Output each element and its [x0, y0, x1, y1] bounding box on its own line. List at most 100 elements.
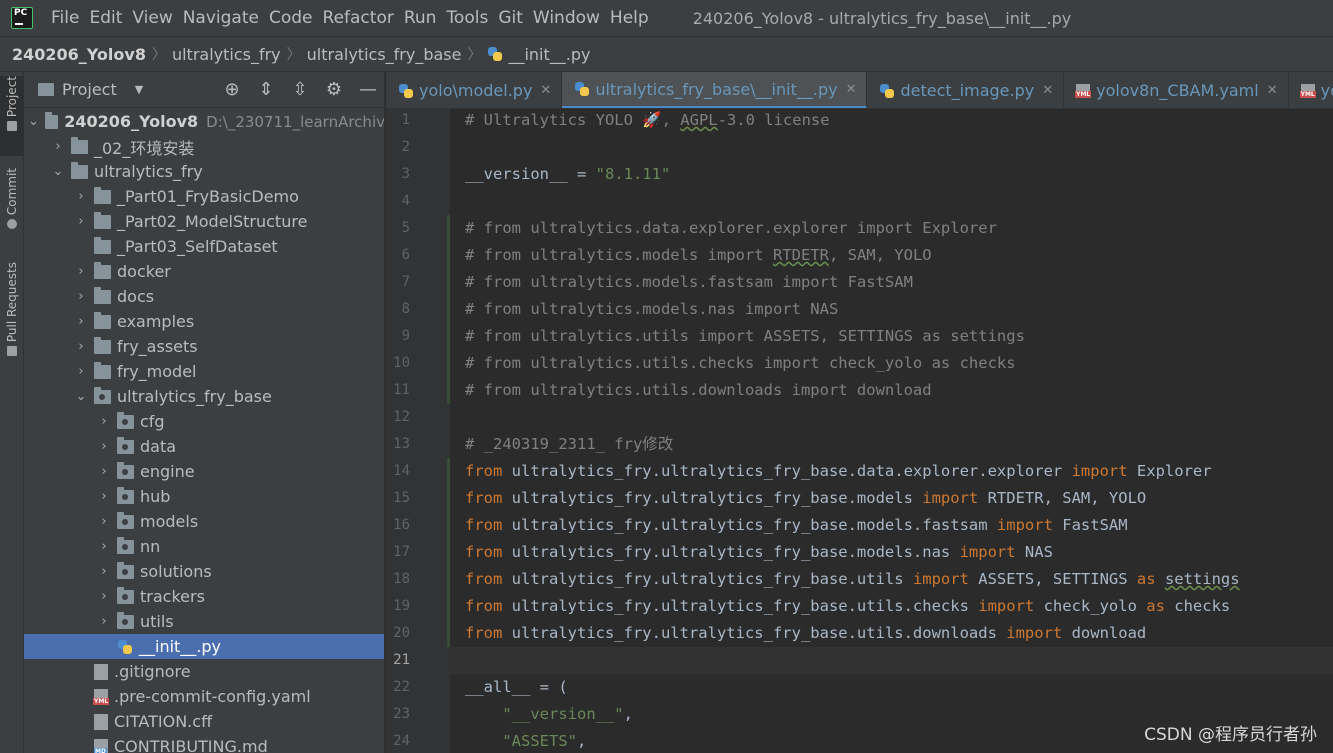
chevron-right-icon[interactable]: ›: [74, 214, 88, 229]
tree-item[interactable]: CONTRIBUTING.md: [24, 734, 384, 753]
chevron-down-icon[interactable]: ▼: [135, 83, 143, 96]
close-icon[interactable]: ✕: [540, 83, 551, 98]
project-panel-title[interactable]: Project: [62, 80, 117, 99]
code-line[interactable]: # from ultralytics.models.nas import NAS: [450, 296, 1333, 323]
chevron-right-icon[interactable]: ›: [74, 364, 88, 379]
code-line[interactable]: # from ultralytics.utils.downloads impor…: [450, 377, 1333, 404]
code-line[interactable]: from ultralytics_fry.ultralytics_fry_bas…: [450, 512, 1333, 539]
chevron-right-icon[interactable]: ›: [97, 439, 111, 454]
code-line[interactable]: # from ultralytics.models import RTDETR,…: [450, 242, 1333, 269]
code-line[interactable]: [450, 647, 1333, 674]
menu-view[interactable]: View: [132, 8, 172, 28]
chevron-right-icon[interactable]: ›: [74, 339, 88, 354]
locate-file-icon[interactable]: ⊕: [222, 80, 242, 100]
tree-item[interactable]: › fry_model: [24, 359, 384, 384]
chevron-right-icon[interactable]: ›: [74, 264, 88, 279]
tree-item[interactable]: › _Part02_ModelStructure: [24, 209, 384, 234]
collapse-all-icon[interactable]: ⇳: [290, 80, 310, 100]
tree-item[interactable]: › solutions: [24, 559, 384, 584]
chevron-right-icon[interactable]: ›: [97, 514, 111, 529]
chevron-down-icon[interactable]: ⌄: [74, 389, 88, 404]
editor-tab[interactable]: yolo\model.py ✕: [386, 72, 563, 108]
tree-item[interactable]: › docker: [24, 259, 384, 284]
chevron-down-icon[interactable]: ⌄: [51, 164, 65, 179]
code-line[interactable]: [450, 134, 1333, 161]
menu-run[interactable]: Run: [404, 8, 437, 28]
code-line[interactable]: [450, 188, 1333, 215]
editor-tab[interactable]: yolov8n_CBAM.yaml ✕: [1064, 72, 1289, 108]
chevron-right-icon[interactable]: ›: [97, 489, 111, 504]
menu-navigate[interactable]: Navigate: [183, 8, 259, 28]
tree-item[interactable]: ⌄ ultralytics_fry: [24, 159, 384, 184]
menu-refactor[interactable]: Refactor: [323, 8, 394, 28]
code-line[interactable]: from ultralytics_fry.ultralytics_fry_bas…: [450, 458, 1333, 485]
editor-tab[interactable]: detect_image.py ✕: [867, 72, 1065, 108]
tool-tab-project[interactable]: Project: [0, 76, 24, 156]
code-line[interactable]: # _240319_2311_ fry修改: [450, 431, 1333, 458]
chevron-right-icon[interactable]: ›: [97, 464, 111, 479]
tool-tab-commit[interactable]: Commit: [0, 168, 24, 242]
tree-item[interactable]: __init__.py: [24, 634, 384, 659]
menu-tools[interactable]: Tools: [446, 8, 488, 28]
tree-item[interactable]: › data: [24, 434, 384, 459]
menu-help[interactable]: Help: [610, 8, 649, 28]
editor-tab[interactable]: ultralytics_fry_base\__init__.py ✕: [562, 72, 868, 108]
chevron-down-icon[interactable]: ⌄: [28, 114, 39, 129]
code-editor[interactable]: # Ultralytics YOLO 🚀, AGPL-3.0 license __…: [450, 109, 1333, 753]
code-line[interactable]: # from ultralytics.models.fastsam import…: [450, 269, 1333, 296]
chevron-right-icon[interactable]: ›: [97, 564, 111, 579]
menu-git[interactable]: Git: [498, 8, 523, 28]
code-line[interactable]: __all__ = (: [450, 674, 1333, 701]
chevron-right-icon[interactable]: ›: [97, 414, 111, 429]
tree-item[interactable]: › nn: [24, 534, 384, 559]
chevron-right-icon[interactable]: ›: [51, 139, 65, 154]
tree-item[interactable]: › trackers: [24, 584, 384, 609]
close-icon[interactable]: ✕: [846, 82, 857, 97]
code-line[interactable]: from ultralytics_fry.ultralytics_fry_bas…: [450, 566, 1333, 593]
chevron-right-icon[interactable]: ›: [74, 189, 88, 204]
tree-item[interactable]: › _02_环境安装: [24, 134, 384, 159]
gear-icon[interactable]: ⚙: [324, 80, 344, 100]
menu-code[interactable]: Code: [269, 8, 313, 28]
breadcrumb-item-project[interactable]: 240206_Yolov8: [12, 45, 146, 64]
tree-item[interactable]: › models: [24, 509, 384, 534]
tree-item[interactable]: CITATION.cff: [24, 709, 384, 734]
tree-item[interactable]: › fry_assets: [24, 334, 384, 359]
chevron-right-icon[interactable]: ›: [97, 589, 111, 604]
breadcrumb-item-ultralytics-fry[interactable]: ultralytics_fry: [172, 45, 281, 64]
chevron-right-icon[interactable]: ›: [97, 539, 111, 554]
tree-root[interactable]: ⌄ 240206_Yolov8 D:\_230711_learnArchiv: [24, 109, 384, 134]
menu-edit[interactable]: Edit: [89, 8, 122, 28]
close-icon[interactable]: ✕: [1267, 83, 1278, 98]
editor-tab[interactable]: yolov8.yaml✕: [1289, 72, 1333, 108]
tool-tab-pull-requests[interactable]: Pull Requests: [0, 262, 24, 370]
tree-item[interactable]: .gitignore: [24, 659, 384, 684]
menu-window[interactable]: Window: [533, 8, 600, 28]
code-line[interactable]: from ultralytics_fry.ultralytics_fry_bas…: [450, 620, 1333, 647]
tree-item[interactable]: .pre-commit-config.yaml: [24, 684, 384, 709]
code-line[interactable]: # from ultralytics.utils.checks import c…: [450, 350, 1333, 377]
tree-item[interactable]: › _Part01_FryBasicDemo: [24, 184, 384, 209]
code-line[interactable]: from ultralytics_fry.ultralytics_fry_bas…: [450, 593, 1333, 620]
code-line[interactable]: [450, 404, 1333, 431]
tree-item[interactable]: › engine: [24, 459, 384, 484]
menu-file[interactable]: File: [51, 8, 79, 28]
tree-item[interactable]: › cfg: [24, 409, 384, 434]
chevron-right-icon[interactable]: ›: [97, 614, 111, 629]
close-icon[interactable]: ✕: [1042, 83, 1053, 98]
code-line[interactable]: # from ultralytics.utils import ASSETS, …: [450, 323, 1333, 350]
tree-item[interactable]: › hub: [24, 484, 384, 509]
expand-all-icon[interactable]: ⇕: [256, 80, 276, 100]
chevron-right-icon[interactable]: ›: [74, 289, 88, 304]
code-line[interactable]: # from ultralytics.data.explorer.explore…: [450, 215, 1333, 242]
code-line[interactable]: from ultralytics_fry.ultralytics_fry_bas…: [450, 485, 1333, 512]
hide-panel-icon[interactable]: —: [358, 80, 378, 100]
code-line[interactable]: # Ultralytics YOLO 🚀, AGPL-3.0 license: [450, 109, 1333, 134]
tree-item[interactable]: › utils: [24, 609, 384, 634]
breadcrumb-item-init-py[interactable]: __init__.py: [508, 45, 590, 64]
chevron-right-icon[interactable]: ›: [74, 314, 88, 329]
tree-item[interactable]: ⌄ ultralytics_fry_base: [24, 384, 384, 409]
code-line[interactable]: from ultralytics_fry.ultralytics_fry_bas…: [450, 539, 1333, 566]
tree-item[interactable]: › docs: [24, 284, 384, 309]
code-line[interactable]: __version__ = "8.1.11": [450, 161, 1333, 188]
